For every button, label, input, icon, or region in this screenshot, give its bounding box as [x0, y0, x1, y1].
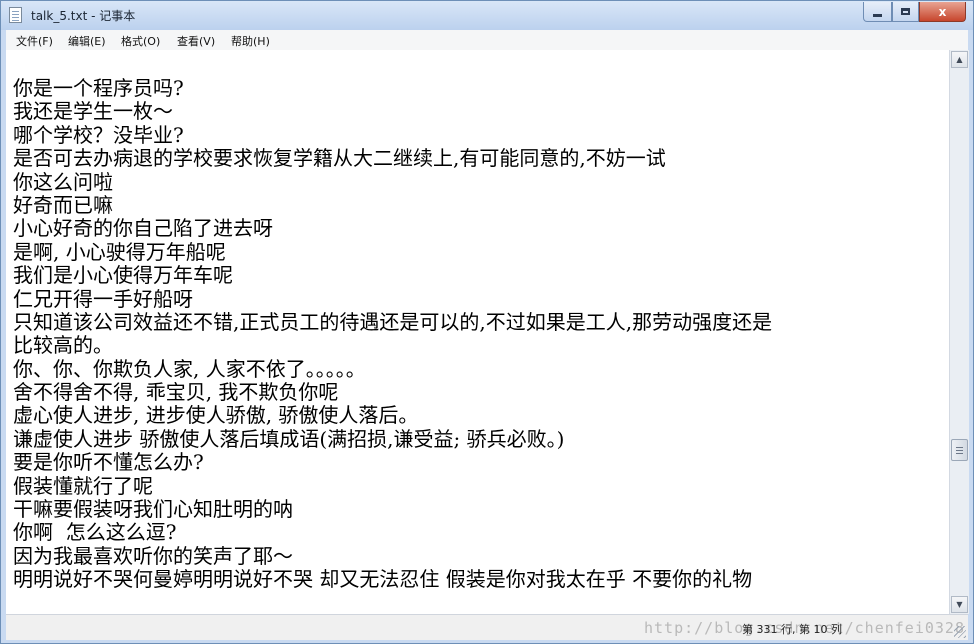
text-lines: 你是一个程序员吗? 我还是学生一枚～ 哪个学校？没毕业? 是否可去办病退的学校要求恢复… — [13, 76, 773, 592]
scroll-down-button[interactable]: ▼ — [951, 596, 968, 613]
scroll-up-button[interactable]: ▲ — [951, 51, 968, 68]
menu-edit[interactable]: 编辑(E) — [68, 33, 106, 49]
minimize-button[interactable] — [863, 2, 892, 22]
maximize-button[interactable] — [892, 2, 919, 22]
text-line: 哪个学校？没毕业? — [13, 122, 184, 147]
vertical-scrollbar[interactable]: ▲ ▼ — [949, 50, 969, 614]
text-line: 好奇而已嘛 — [13, 192, 113, 217]
close-icon: x — [938, 4, 947, 19]
menu-help[interactable]: 帮助(H) — [231, 33, 270, 49]
text-line: 假装懂就行了呢 — [13, 473, 153, 498]
text-line: 你这么问啦 — [13, 169, 113, 194]
maximize-icon — [901, 8, 910, 15]
text-line: 你是一个程序员吗? — [13, 76, 184, 100]
window-title: talk_5.txt - 记事本 — [31, 9, 136, 23]
cursor-position: 第 331 行, 第 10 列 — [742, 623, 842, 636]
text-line: 干嘛要假装呀我们心知肚明的呐 — [13, 497, 293, 522]
text-line: 你、你、你欺负人家, 人家不依了。。。。。 — [13, 356, 366, 381]
text-line: 仁兄开得一手好船呀 — [13, 286, 193, 311]
text-line: 舍不得舍不得, 乖宝贝, 我不欺负你呢 — [13, 380, 339, 405]
text-line: 比较高的。 — [13, 333, 113, 358]
text-line: 我们是小心使得万年车呢 — [13, 263, 233, 288]
title-bar[interactable]: talk_5.txt - 记事本 x — [1, 1, 973, 30]
text-line: 我还是学生一枚～ — [13, 99, 173, 124]
text-line: 只知道该公司效益还不错,正式员工的待遇还是可以的,不过如果是工人,那劳动强度还是 — [13, 309, 773, 334]
down-arrow-icon: ▼ — [956, 600, 963, 609]
text-line: 因为我最喜欢听你的笑声了耶～ — [13, 543, 293, 568]
text-line: 虚心使人进步, 进步使人骄傲, 骄傲使人落后。 — [13, 403, 419, 428]
close-button[interactable]: x — [919, 2, 966, 22]
text-line: 小心好奇的你自己陷了进去呀 — [13, 216, 273, 241]
notepad-window: talk_5.txt - 记事本 x 文件(F) 编辑(E) 格式(O) 查看(… — [0, 0, 974, 644]
menu-bar: 文件(F) 编辑(E) 格式(O) 查看(V) 帮助(H) — [6, 30, 968, 51]
resize-grip[interactable] — [954, 626, 966, 638]
menu-file[interactable]: 文件(F) — [16, 33, 53, 49]
up-arrow-icon: ▲ — [956, 55, 963, 64]
scroll-thumb[interactable] — [951, 439, 968, 461]
text-line: 你啊 怎么这么逗? — [13, 520, 177, 545]
text-editor[interactable]: 你是一个程序员吗? 我还是学生一枚～ 哪个学校？没毕业? 是否可去办病退的学校要求恢复… — [6, 50, 949, 614]
status-bar: http://blog.csdn.net/chenfei0328 第 331 行… — [6, 614, 968, 640]
notepad-icon — [9, 7, 22, 23]
text-line: 明明说好不哭何曼婷明明说好不哭 却又无法忍住 假装是你对我太在乎 不要你的礼物 — [13, 567, 753, 592]
menu-format[interactable]: 格式(O) — [121, 33, 160, 49]
menu-view[interactable]: 查看(V) — [177, 33, 215, 49]
text-line: 是啊, 小心驶得万年船呢 — [13, 239, 226, 264]
text-line: 谦虚使人进步 骄傲使人落后填成语(满招损,谦受益; 骄兵必败。) — [13, 426, 565, 451]
minimize-icon — [873, 13, 882, 17]
text-line: 要是你听不懂怎么办? — [13, 450, 204, 475]
text-line: 是否可去办病退的学校要求恢复学籍从大二继续上,有可能同意的,不妨一试 — [13, 146, 666, 171]
